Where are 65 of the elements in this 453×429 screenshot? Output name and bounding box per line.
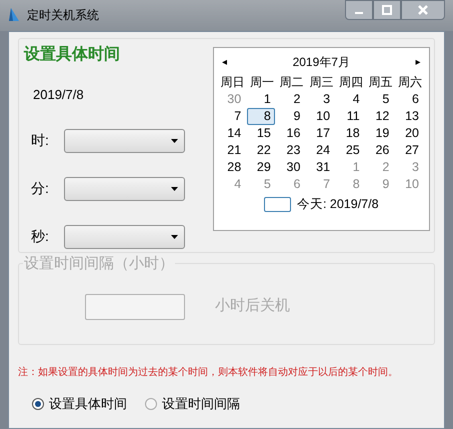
calendar-day[interactable]: 17: [312, 125, 334, 142]
calendar-day[interactable]: 1: [260, 91, 275, 108]
weekday-label: 周六: [397, 74, 424, 91]
calendar-day[interactable]: 25: [342, 142, 364, 159]
calendar-day[interactable]: 21: [223, 142, 246, 159]
weekday-label: 周三: [308, 74, 334, 91]
calendar-day[interactable]: 12: [371, 108, 394, 125]
calendar-day[interactable]: 23: [282, 142, 304, 159]
dropdown-caret-icon: [171, 186, 178, 190]
minimize-button[interactable]: [345, 0, 373, 20]
calendar-day[interactable]: 28: [223, 159, 246, 176]
calendar-day[interactable]: 27: [401, 142, 423, 159]
field-label: 秒:: [31, 227, 50, 246]
weekday-label: 周五: [368, 74, 394, 91]
calendar-day[interactable]: 15: [252, 125, 275, 142]
weekday-label: 周一: [248, 74, 275, 91]
weekday-label: 周四: [338, 74, 364, 91]
date-text: 2019/7/8: [33, 86, 85, 104]
calendar-day[interactable]: 6: [408, 91, 423, 108]
dropdown-caret-icon: [171, 234, 178, 238]
today-link[interactable]: 今天: 2019/7/8: [296, 195, 379, 214]
calendar-day[interactable]: 11: [342, 108, 364, 125]
next-month-button[interactable]: ▸: [411, 54, 425, 70]
weekday-label: 周日: [219, 74, 246, 91]
dropdown[interactable]: [64, 176, 185, 200]
previous-month-button[interactable]: ◂: [218, 54, 232, 70]
calendar-day[interactable]: 20: [401, 125, 423, 142]
calendar-day[interactable]: 4: [348, 91, 364, 108]
calendar-day[interactable]: 14: [223, 125, 246, 142]
field-label: 时:: [31, 131, 50, 150]
maximize-button[interactable]: [373, 0, 401, 20]
mode-radio[interactable]: 设置时间间隔: [145, 394, 240, 414]
calendar-day[interactable]: 8: [247, 108, 275, 125]
calendar-day[interactable]: 13: [401, 108, 423, 125]
weekday-label: 周二: [278, 74, 305, 91]
calendar-day[interactable]: 7: [230, 108, 246, 125]
calendar-day[interactable]: 3: [319, 91, 334, 108]
window-title: 定时关机系统: [27, 7, 99, 24]
calendar-day[interactable]: 24: [312, 142, 334, 159]
today-marker-icon: [264, 196, 291, 212]
app-icon: [8, 7, 22, 23]
calendar-day[interactable]: 26: [371, 142, 394, 159]
calendar-day[interactable]: 5: [378, 91, 394, 108]
calendar-day[interactable]: 22: [252, 142, 275, 159]
mode-radio[interactable]: 设置具体时间: [32, 394, 127, 414]
calendar-day[interactable]: 2: [289, 91, 304, 108]
calendar-day[interactable]: 10: [312, 108, 334, 125]
dropdown-caret-icon: [171, 138, 178, 142]
note-text: 注：如果设置的具体时间为过去的某个时间，则本软件将自动对应于以后的某个时间。: [18, 366, 399, 380]
calendar-day[interactable]: 18: [342, 125, 364, 142]
hours-suffix: 小时后关机: [215, 296, 290, 316]
calendar-month: 2019年7月: [292, 54, 351, 71]
close-button[interactable]: [401, 0, 445, 20]
calendar-day[interactable]: 19: [371, 125, 394, 142]
calendar-day[interactable]: 16: [282, 125, 304, 142]
calendar-day[interactable]: 31: [312, 159, 334, 176]
dropdown[interactable]: [64, 128, 185, 152]
maximize-icon: [382, 5, 392, 15]
calendar-day[interactable]: 9: [289, 108, 304, 125]
calendar-day[interactable]: 30: [282, 159, 304, 176]
dropdown[interactable]: [64, 224, 185, 248]
close-icon: [418, 5, 428, 15]
calendar-day[interactable]: 29: [252, 159, 275, 176]
minimize-icon: [355, 12, 363, 14]
field-label: 分:: [31, 179, 50, 198]
